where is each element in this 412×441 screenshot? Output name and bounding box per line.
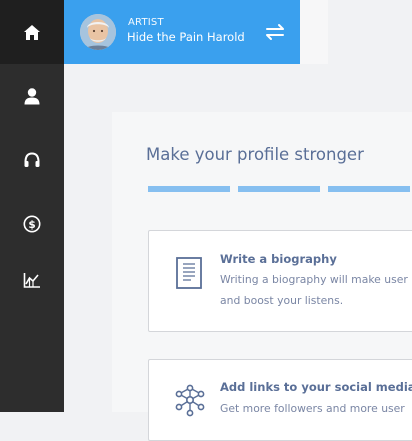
card-description: Get more followers and more user — [220, 398, 412, 419]
biography-card[interactable]: Write a biography Writing a biography wi… — [148, 230, 412, 332]
nav-home[interactable] — [0, 0, 64, 64]
svg-text:$: $ — [28, 219, 35, 231]
avatar-image — [80, 14, 116, 50]
topbar-divider — [300, 0, 328, 64]
nav-profile[interactable] — [0, 64, 64, 128]
artist-role: ARTIST — [128, 17, 164, 28]
avatar[interactable] — [80, 14, 116, 50]
chart-icon — [23, 273, 40, 288]
nav-stats[interactable] — [0, 248, 64, 312]
card-description-line: Get more followers and more user — [220, 402, 405, 415]
dollar-icon: $ — [23, 215, 41, 233]
artist-name: Hide the Pain Harold — [127, 30, 245, 44]
progress-segment-2 — [238, 186, 320, 192]
progress-segment-3 — [328, 186, 410, 192]
card-title: Add links to your social media — [220, 380, 412, 394]
card-description-line: Writing a biography will make user — [220, 273, 408, 286]
profile-strength-panel: Make your profile stronger Write a biogr… — [112, 112, 412, 441]
headphones-icon — [24, 152, 40, 167]
sidebar: $ — [0, 0, 64, 412]
home-icon — [24, 24, 40, 40]
page-title: Make your profile stronger — [146, 145, 364, 164]
card-description: Writing a biography will make user and b… — [220, 269, 412, 311]
progress-segment-1 — [148, 186, 230, 192]
artist-header: ARTIST Hide the Pain Harold — [64, 0, 300, 64]
card-title: Write a biography — [220, 252, 337, 266]
social-links-card[interactable]: Add links to your social media Get more … — [148, 359, 412, 441]
document-icon — [176, 257, 202, 289]
nav-music[interactable] — [0, 128, 64, 192]
switch-artist-icon[interactable] — [264, 22, 286, 42]
user-icon — [24, 88, 40, 105]
card-description-line: and boost your listens. — [220, 294, 344, 307]
nav-earnings[interactable]: $ — [0, 192, 64, 256]
